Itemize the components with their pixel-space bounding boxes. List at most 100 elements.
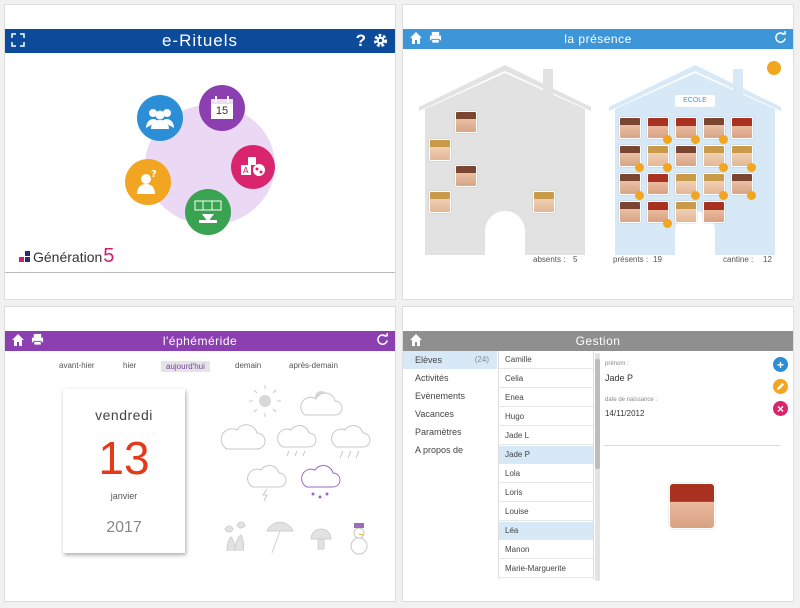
menu-events[interactable]: Evènements <box>403 387 497 405</box>
date-card: vendredi 13 janvier 2017 <box>63 389 185 553</box>
beach-umbrella-icon[interactable] <box>266 521 294 554</box>
absent-student-photo[interactable] <box>455 111 477 133</box>
list-scrollbar[interactable] <box>595 353 600 581</box>
list-item[interactable]: Jade L <box>499 427 593 445</box>
presents-label: présents : <box>613 255 649 264</box>
pencil-icon <box>776 382 785 391</box>
svg-text:A: A <box>243 166 249 175</box>
management-header: Gestion <box>403 331 793 351</box>
storm-icon[interactable] <box>247 465 287 502</box>
student-photo[interactable] <box>669 483 715 529</box>
firstname-label: prénom : <box>605 361 629 367</box>
present-student-photo[interactable] <box>647 173 669 195</box>
app-title: e-Rituels <box>161 31 239 50</box>
cantine-badge <box>719 135 728 144</box>
absent-student-photo[interactable] <box>429 191 451 213</box>
logo-squares <box>19 251 30 262</box>
present-student-photo[interactable] <box>675 201 697 223</box>
home-icon[interactable] <box>409 333 423 347</box>
cantine-badge <box>635 163 644 172</box>
gear-icon[interactable] <box>372 32 389 50</box>
list-item[interactable]: Louise <box>499 503 593 521</box>
absent-student-photo[interactable] <box>455 165 477 187</box>
users-icon <box>146 109 174 129</box>
home-icon[interactable] <box>409 31 423 45</box>
logo-text: Génération <box>33 248 103 265</box>
ephemeris-panel: l'éphéméride avant-hier hier aujourd'hui… <box>4 306 396 602</box>
weather-button[interactable] <box>185 189 231 235</box>
scrollbar-thumb[interactable] <box>595 359 600 469</box>
mushroom-icon[interactable] <box>310 528 332 550</box>
cantine-badge <box>635 191 644 200</box>
add-student-button[interactable]: + <box>773 357 788 372</box>
print-icon[interactable] <box>429 31 442 45</box>
list-item[interactable]: Loris <box>499 484 593 502</box>
home-icon[interactable] <box>11 333 25 347</box>
cantine-badge <box>663 163 672 172</box>
tab-today[interactable]: aujourd'hui <box>161 361 210 372</box>
cloud-icon[interactable] <box>220 424 266 450</box>
sun-cloud-icon[interactable] <box>300 391 343 416</box>
rain-icon[interactable] <box>277 425 317 457</box>
tab-before-yesterday[interactable]: avant-hier <box>59 361 95 370</box>
list-item-selected[interactable]: Jade P <box>499 446 593 464</box>
snowman-icon[interactable] <box>350 523 368 555</box>
present-student-photo[interactable] <box>675 145 697 167</box>
games-button[interactable]: A <box>231 145 275 189</box>
tab-tomorrow[interactable]: demain <box>235 361 261 370</box>
list-item[interactable]: Camille <box>499 351 593 369</box>
menu-holidays[interactable]: Vacances <box>403 405 497 423</box>
cantine-badge <box>747 163 756 172</box>
cantine-label: cantine : <box>723 255 754 264</box>
students-button[interactable] <box>137 95 183 141</box>
cantine-fork-icon[interactable] <box>767 61 781 75</box>
list-item[interactable]: Marie-Marguerite <box>499 560 593 578</box>
help-icon[interactable]: ? <box>356 32 366 50</box>
edit-student-button[interactable] <box>773 379 788 394</box>
menu-students[interactable]: Elèves (24) <box>403 351 497 369</box>
management-panel: Gestion Elèves (24) Activités Evènements… <box>402 306 794 602</box>
menu-students-label: Elèves <box>415 355 443 365</box>
snow-icon[interactable] <box>301 465 341 499</box>
absent-student-photo[interactable] <box>429 139 451 161</box>
sun-icon[interactable] <box>249 385 281 417</box>
list-item[interactable]: Celia <box>499 370 593 388</box>
present-student-photo[interactable] <box>731 117 753 139</box>
print-icon[interactable] <box>31 333 44 347</box>
menu-about[interactable]: A propos de <box>403 441 497 459</box>
cantine-badge <box>719 163 728 172</box>
fullscreen-icon[interactable] <box>11 33 25 47</box>
delete-student-button[interactable]: × <box>773 401 788 416</box>
tab-after-tomorrow[interactable]: après-demain <box>289 361 338 370</box>
list-item-highlighted[interactable]: Léa <box>499 522 593 540</box>
list-item[interactable]: Manon <box>499 541 593 559</box>
tab-yesterday[interactable]: hier <box>123 361 136 370</box>
list-item[interactable]: Enea <box>499 389 593 407</box>
logo-number: 5 <box>103 245 115 267</box>
present-student-photo[interactable] <box>619 117 641 139</box>
ephemeris-header: l'éphéméride <box>5 331 395 351</box>
list-item[interactable]: Lola <box>499 465 593 483</box>
menu-settings[interactable]: Paramètres <box>403 423 497 441</box>
students-list[interactable]: Camille Celia Enea Hugo Jade L Jade P Lo… <box>498 351 594 579</box>
help-child-button[interactable]: ? <box>125 159 171 205</box>
tulips-icon[interactable] <box>224 521 246 552</box>
absents-label: absents : <box>533 255 566 264</box>
calendar-button[interactable]: 15 <box>199 85 245 131</box>
menu-activities[interactable]: Activités <box>403 369 497 387</box>
refresh-icon[interactable] <box>774 31 787 44</box>
weather-calendar-icon <box>194 200 222 223</box>
detail-divider <box>603 445 781 446</box>
school-label: ECOLE <box>675 95 715 107</box>
present-student-photo[interactable] <box>703 201 725 223</box>
cantine-badge <box>691 191 700 200</box>
list-item[interactable]: Hugo <box>499 408 593 426</box>
absent-student-photo[interactable] <box>533 191 555 213</box>
presence-header: la présence <box>403 29 793 49</box>
refresh-icon[interactable] <box>376 333 389 346</box>
heavy-rain-icon[interactable] <box>331 425 371 459</box>
weekday-text: vendredi <box>95 407 153 423</box>
present-student-photo[interactable] <box>619 201 641 223</box>
birthdate-value: 14/11/2012 <box>605 409 645 418</box>
toys-icon: A <box>241 157 265 176</box>
